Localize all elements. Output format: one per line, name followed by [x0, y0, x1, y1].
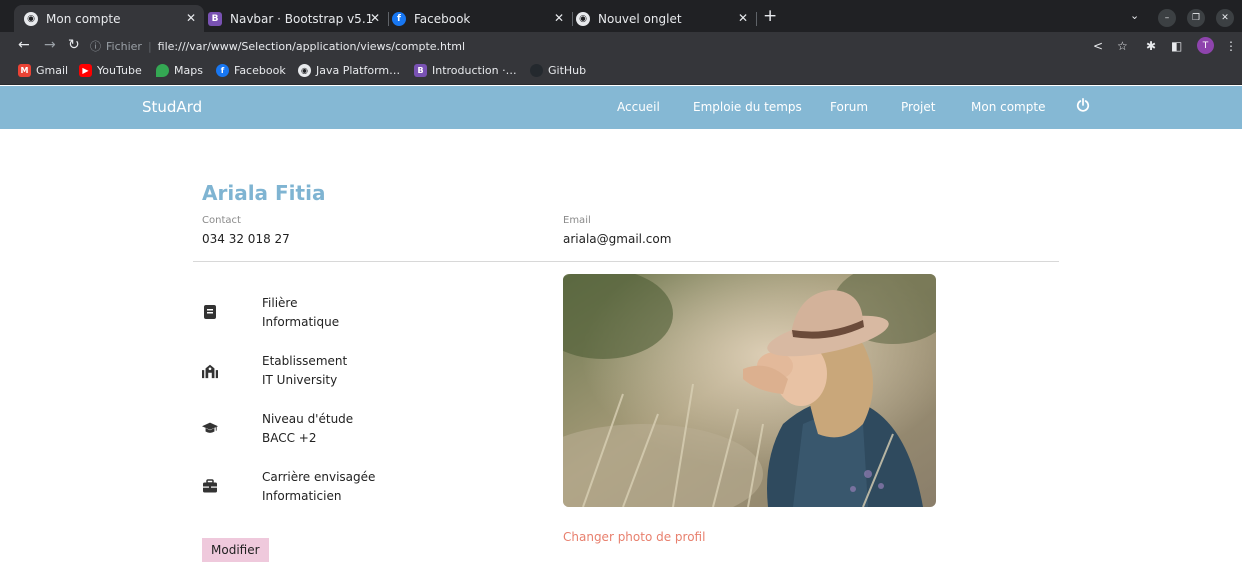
bootstrap-icon: B	[414, 64, 427, 77]
nav-link-emploie-du-temps[interactable]: Emploie du temps	[693, 100, 802, 114]
bookmark-star-icon[interactable]: ☆	[1117, 39, 1128, 53]
facebook-icon: f	[392, 11, 406, 26]
nav-link-projet[interactable]: Projet	[901, 100, 935, 114]
bookmarks-bar: M Gmail ▶ YouTube Maps f Facebook ◉ Java…	[0, 60, 1242, 85]
menu-kebab-icon[interactable]: ⋮	[1225, 39, 1237, 53]
extensions-icon[interactable]: ✱	[1146, 39, 1156, 53]
etablissement-value: IT University	[262, 373, 338, 387]
tab-title: Facebook	[414, 11, 471, 26]
tab-search-chevron-icon[interactable]: ⌄	[1130, 9, 1139, 22]
close-window-button[interactable]: ✕	[1216, 9, 1234, 27]
profile-photo	[563, 274, 936, 507]
tab-nouvel-onglet[interactable]: ◉ Nouvel onglet ✕	[566, 5, 757, 32]
back-button[interactable]: ←	[18, 37, 30, 53]
bookmark-maps[interactable]: Maps	[156, 64, 203, 77]
close-tab-icon[interactable]: ✕	[370, 11, 380, 25]
browser-tab-bar: ◉ Mon compte ✕ B Navbar · Bootstrap v5.1…	[0, 0, 1242, 32]
share-icon[interactable]: <	[1093, 39, 1103, 53]
graduation-cap-icon	[202, 422, 218, 433]
reload-button[interactable]: ↻	[68, 37, 80, 53]
section-divider	[193, 261, 1059, 262]
minimize-button[interactable]: –	[1158, 9, 1176, 27]
bookmark-introduction[interactable]: B Introduction ·…	[414, 64, 517, 77]
info-icon[interactable]: ⓘ	[90, 38, 101, 54]
brand-logo[interactable]: StudArd	[142, 98, 202, 116]
university-icon	[202, 364, 218, 379]
bookmark-java-platform[interactable]: ◉ Java Platform…	[298, 64, 400, 77]
bookmark-youtube[interactable]: ▶ YouTube	[79, 64, 142, 77]
profile-avatar[interactable]: T	[1197, 37, 1214, 54]
facebook-icon: f	[216, 64, 229, 77]
chrome-icon: ◉	[24, 11, 38, 26]
profile-name: Ariala Fitia	[202, 181, 326, 205]
carriere-title: Carrière envisagée	[262, 470, 376, 484]
chrome-icon: ◉	[576, 11, 590, 26]
contact-value: 034 32 018 27	[202, 232, 290, 246]
email-value: ariala@gmail.com	[563, 232, 672, 246]
nav-link-accueil[interactable]: Accueil	[617, 100, 660, 114]
tab-title: Navbar · Bootstrap v5.1	[230, 11, 374, 26]
briefcase-icon	[203, 479, 217, 493]
niveau-title: Niveau d'étude	[262, 412, 354, 426]
address-scheme: Fichier	[106, 39, 142, 53]
change-photo-link[interactable]: Changer photo de profil	[563, 530, 705, 544]
restore-button[interactable]: ❐	[1187, 9, 1205, 27]
tab-title: Mon compte	[46, 11, 121, 26]
nav-link-forum[interactable]: Forum	[830, 100, 868, 114]
forward-button[interactable]: →	[44, 37, 56, 53]
side-panel-icon[interactable]: ◧	[1171, 39, 1182, 53]
app-navbar: StudArd Accueil Emploie du temps Forum P…	[0, 86, 1242, 129]
bookmark-gmail[interactable]: M Gmail	[18, 64, 68, 77]
nav-link-mon-compte[interactable]: Mon compte	[971, 100, 1045, 114]
etablissement-title: Etablissement	[262, 354, 348, 368]
chrome-icon: ◉	[298, 64, 311, 77]
carriere-value: Informaticien	[262, 489, 342, 503]
address-url: file:///var/www/Selection/application/vi…	[157, 39, 466, 53]
bootstrap-icon: B	[208, 11, 222, 26]
bookmark-facebook[interactable]: f Facebook	[216, 64, 286, 77]
maps-icon	[156, 64, 169, 77]
youtube-icon: ▶	[79, 64, 92, 77]
close-tab-icon[interactable]: ✕	[554, 11, 564, 25]
gmail-icon: M	[18, 64, 31, 77]
close-tab-icon[interactable]: ✕	[186, 11, 196, 25]
filiere-value: Informatique	[262, 315, 340, 329]
tab-title: Nouvel onglet	[598, 11, 682, 26]
filiere-title: Filière	[262, 296, 298, 310]
close-tab-icon[interactable]: ✕	[738, 11, 748, 25]
new-tab-button[interactable]: +	[763, 8, 777, 25]
contact-label: Contact	[202, 215, 241, 226]
power-icon[interactable]	[1076, 98, 1090, 112]
bookmark-github[interactable]: GitHub	[530, 64, 586, 77]
browser-toolbar: ← → ↻ ⓘ Fichier | file:///var/www/Select…	[0, 32, 1242, 60]
tab-mon-compte[interactable]: ◉ Mon compte ✕	[14, 5, 204, 32]
email-label: Email	[563, 215, 591, 226]
tab-navbar-bootstrap[interactable]: B Navbar · Bootstrap v5.1 ✕	[198, 5, 389, 32]
book-icon	[204, 305, 216, 319]
modify-button[interactable]: Modifier	[202, 538, 269, 562]
github-icon	[530, 64, 543, 77]
tab-facebook[interactable]: f Facebook ✕	[382, 5, 573, 32]
address-bar[interactable]: ⓘ Fichier | file:///var/www/Selection/ap…	[90, 35, 1070, 57]
niveau-value: BACC +2	[262, 431, 317, 445]
